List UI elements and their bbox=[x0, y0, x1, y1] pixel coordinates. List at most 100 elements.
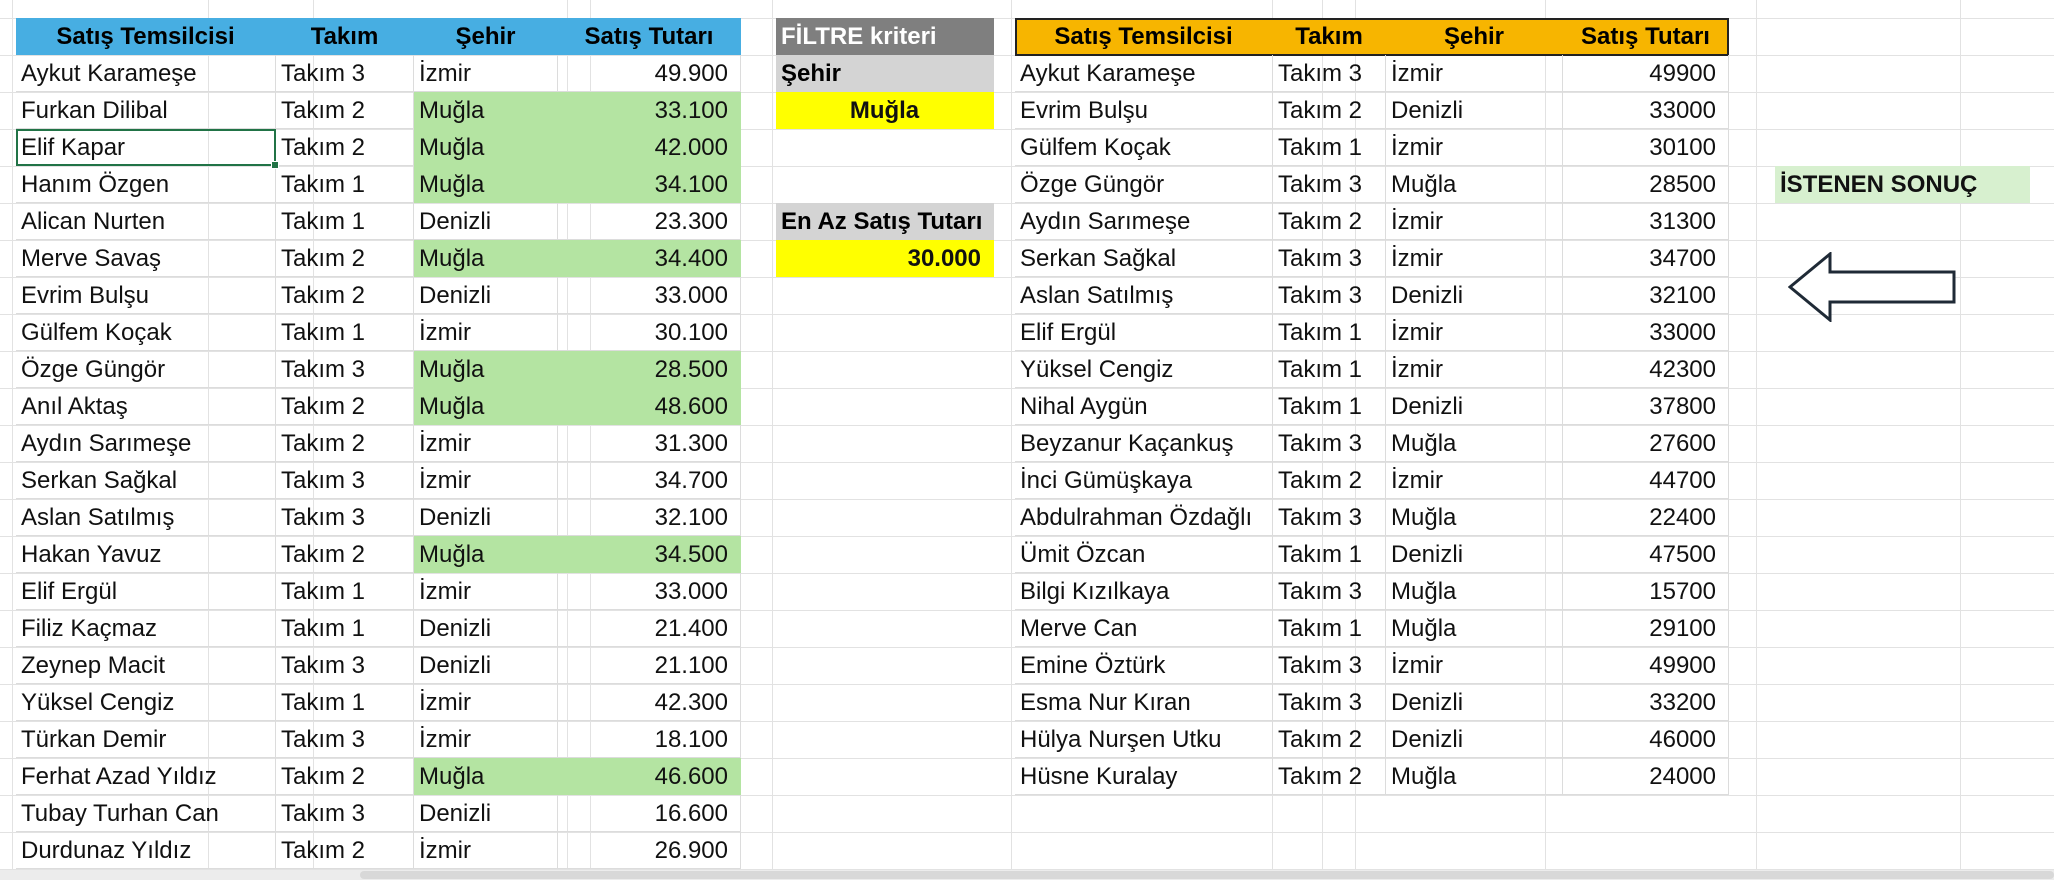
left-table-cell[interactable]: İzmir bbox=[414, 721, 558, 758]
right-table-cell[interactable]: 22400 bbox=[1563, 499, 1729, 536]
right-table-cell[interactable]: Takım 2 bbox=[1273, 203, 1386, 240]
left-table-cell[interactable]: Denizli bbox=[414, 203, 558, 240]
left-table-cell[interactable]: Evrim Bulşu bbox=[16, 277, 276, 314]
right-table-cell[interactable]: Takım 1 bbox=[1273, 129, 1386, 166]
right-header-cell[interactable]: Şehir bbox=[1386, 18, 1563, 55]
right-table-cell[interactable]: 49900 bbox=[1563, 647, 1729, 684]
left-table-cell[interactable]: İzmir bbox=[414, 425, 558, 462]
right-table-cell[interactable]: Muğla bbox=[1386, 166, 1563, 203]
right-table-cell[interactable]: İzmir bbox=[1386, 351, 1563, 388]
right-table-cell[interactable]: 31300 bbox=[1563, 203, 1729, 240]
left-table-cell[interactable]: 31.300 bbox=[558, 425, 741, 462]
left-table-cell[interactable]: Denizli bbox=[414, 610, 558, 647]
left-table-cell[interactable]: 18.100 bbox=[558, 721, 741, 758]
right-table-cell[interactable]: Bilgi Kızılkaya bbox=[1015, 573, 1273, 610]
left-table-cell[interactable]: Takım 3 bbox=[276, 499, 414, 536]
left-table-cell[interactable]: İzmir bbox=[414, 573, 558, 610]
left-table-cell[interactable]: Takım 1 bbox=[276, 610, 414, 647]
left-table-cell[interactable]: 33.000 bbox=[558, 277, 741, 314]
right-table-cell[interactable]: İzmir bbox=[1386, 55, 1563, 92]
left-table-cell[interactable]: 46.600 bbox=[558, 758, 741, 795]
left-table-cell[interactable]: Muğla bbox=[414, 92, 558, 129]
right-table-cell[interactable]: Gülfem Koçak bbox=[1015, 129, 1273, 166]
left-table-cell[interactable]: Takım 2 bbox=[276, 277, 414, 314]
left-table-cell[interactable]: Denizli bbox=[414, 277, 558, 314]
right-table-cell[interactable]: Takım 3 bbox=[1273, 647, 1386, 684]
right-table-cell[interactable]: Serkan Sağkal bbox=[1015, 240, 1273, 277]
left-table-cell[interactable]: Denizli bbox=[414, 795, 558, 832]
left-table-cell[interactable]: Ferhat Azad Yıldız bbox=[16, 758, 276, 795]
filter-min-label[interactable]: En Az Satış Tutarı bbox=[776, 203, 994, 240]
left-table-cell[interactable]: 34.100 bbox=[558, 166, 741, 203]
right-table-cell[interactable]: Beyzanur Kaçankuş bbox=[1015, 425, 1273, 462]
right-table-cell[interactable]: 15700 bbox=[1563, 573, 1729, 610]
right-table-cell[interactable]: Takım 3 bbox=[1273, 425, 1386, 462]
right-table-cell[interactable]: Takım 1 bbox=[1273, 388, 1386, 425]
right-table-cell[interactable]: Takım 3 bbox=[1273, 240, 1386, 277]
right-header-cell[interactable]: Satış Temsilcisi bbox=[1015, 18, 1273, 55]
left-table-cell[interactable]: Takım 1 bbox=[276, 314, 414, 351]
left-table-cell[interactable]: 33.000 bbox=[558, 573, 741, 610]
left-table-cell[interactable]: Filiz Kaçmaz bbox=[16, 610, 276, 647]
left-table-cell[interactable]: 33.100 bbox=[558, 92, 741, 129]
right-header-cell[interactable]: Takım bbox=[1273, 18, 1386, 55]
left-table-cell[interactable]: 34.400 bbox=[558, 240, 741, 277]
right-table-cell[interactable]: 47500 bbox=[1563, 536, 1729, 573]
left-table-cell[interactable]: Takım 3 bbox=[276, 462, 414, 499]
left-table-cell[interactable]: Aydın Sarımeşe bbox=[16, 425, 276, 462]
left-table-cell[interactable]: 21.100 bbox=[558, 647, 741, 684]
left-table-cell[interactable]: Türkan Demir bbox=[16, 721, 276, 758]
right-table-cell[interactable]: İzmir bbox=[1386, 203, 1563, 240]
right-table-cell[interactable]: 29100 bbox=[1563, 610, 1729, 647]
right-table-cell[interactable]: İnci Gümüşkaya bbox=[1015, 462, 1273, 499]
left-table-cell[interactable]: 26.900 bbox=[558, 832, 741, 869]
right-table-cell[interactable]: Merve Can bbox=[1015, 610, 1273, 647]
scrollbar-thumb[interactable] bbox=[360, 871, 2054, 879]
left-table-cell[interactable]: 34.500 bbox=[558, 536, 741, 573]
left-table-cell[interactable]: Takım 3 bbox=[276, 795, 414, 832]
right-table-cell[interactable]: 33000 bbox=[1563, 92, 1729, 129]
right-table-cell[interactable]: Takım 3 bbox=[1273, 573, 1386, 610]
left-table-cell[interactable]: Takım 2 bbox=[276, 240, 414, 277]
right-table-cell[interactable]: Denizli bbox=[1386, 536, 1563, 573]
left-table-cell[interactable]: Takım 1 bbox=[276, 203, 414, 240]
left-header-cell[interactable]: Şehir bbox=[414, 18, 558, 55]
left-table-cell[interactable]: Elif Kapar bbox=[16, 129, 279, 169]
filter-title[interactable]: FİLTRE kriteri bbox=[776, 18, 994, 55]
right-table-cell[interactable]: 32100 bbox=[1563, 277, 1729, 314]
left-table-cell[interactable]: Takım 2 bbox=[276, 129, 414, 166]
right-table-cell[interactable]: Takım 2 bbox=[1273, 758, 1386, 795]
left-header-cell[interactable]: Satış Tutarı bbox=[558, 18, 741, 55]
right-table-cell[interactable]: İzmir bbox=[1386, 240, 1563, 277]
left-table-cell[interactable]: 48.600 bbox=[558, 388, 741, 425]
left-table-cell[interactable]: 42.000 bbox=[558, 129, 741, 166]
left-table-cell[interactable]: İzmir bbox=[414, 314, 558, 351]
left-table-cell[interactable]: Durdunaz Yıldız bbox=[16, 832, 276, 869]
left-table-cell[interactable]: Takım 2 bbox=[276, 536, 414, 573]
right-table-cell[interactable]: Denizli bbox=[1386, 684, 1563, 721]
right-table-cell[interactable]: Takım 1 bbox=[1273, 610, 1386, 647]
right-table-cell[interactable]: Ümit Özcan bbox=[1015, 536, 1273, 573]
left-header-cell[interactable]: Takım bbox=[276, 18, 414, 55]
left-table-cell[interactable]: İzmir bbox=[414, 832, 558, 869]
left-table-cell[interactable]: 32.100 bbox=[558, 499, 741, 536]
left-table-cell[interactable]: Takım 3 bbox=[276, 721, 414, 758]
right-table-cell[interactable]: Takım 2 bbox=[1273, 92, 1386, 129]
right-table-cell[interactable]: Muğla bbox=[1386, 425, 1563, 462]
right-table-cell[interactable]: İzmir bbox=[1386, 314, 1563, 351]
left-table-cell[interactable]: Muğla bbox=[414, 536, 558, 573]
left-table-cell[interactable]: İzmir bbox=[414, 55, 558, 92]
right-table-cell[interactable]: Evrim Bulşu bbox=[1015, 92, 1273, 129]
left-table-cell[interactable]: Denizli bbox=[414, 499, 558, 536]
right-table-cell[interactable]: 34700 bbox=[1563, 240, 1729, 277]
right-table-cell[interactable]: Nihal Aygün bbox=[1015, 388, 1273, 425]
right-table-cell[interactable]: 28500 bbox=[1563, 166, 1729, 203]
filter-min-value[interactable]: 30.000 bbox=[776, 240, 994, 277]
right-table-cell[interactable]: Takım 1 bbox=[1273, 536, 1386, 573]
right-table-cell[interactable]: Abdulrahman Özdağlı bbox=[1015, 499, 1273, 536]
right-table-cell[interactable]: Esma Nur Kıran bbox=[1015, 684, 1273, 721]
right-table-cell[interactable]: Takım 3 bbox=[1273, 277, 1386, 314]
left-table-cell[interactable]: Tubay Turhan Can bbox=[16, 795, 276, 832]
left-table-cell[interactable]: Furkan Dilibal bbox=[16, 92, 276, 129]
right-table-cell[interactable]: Denizli bbox=[1386, 92, 1563, 129]
